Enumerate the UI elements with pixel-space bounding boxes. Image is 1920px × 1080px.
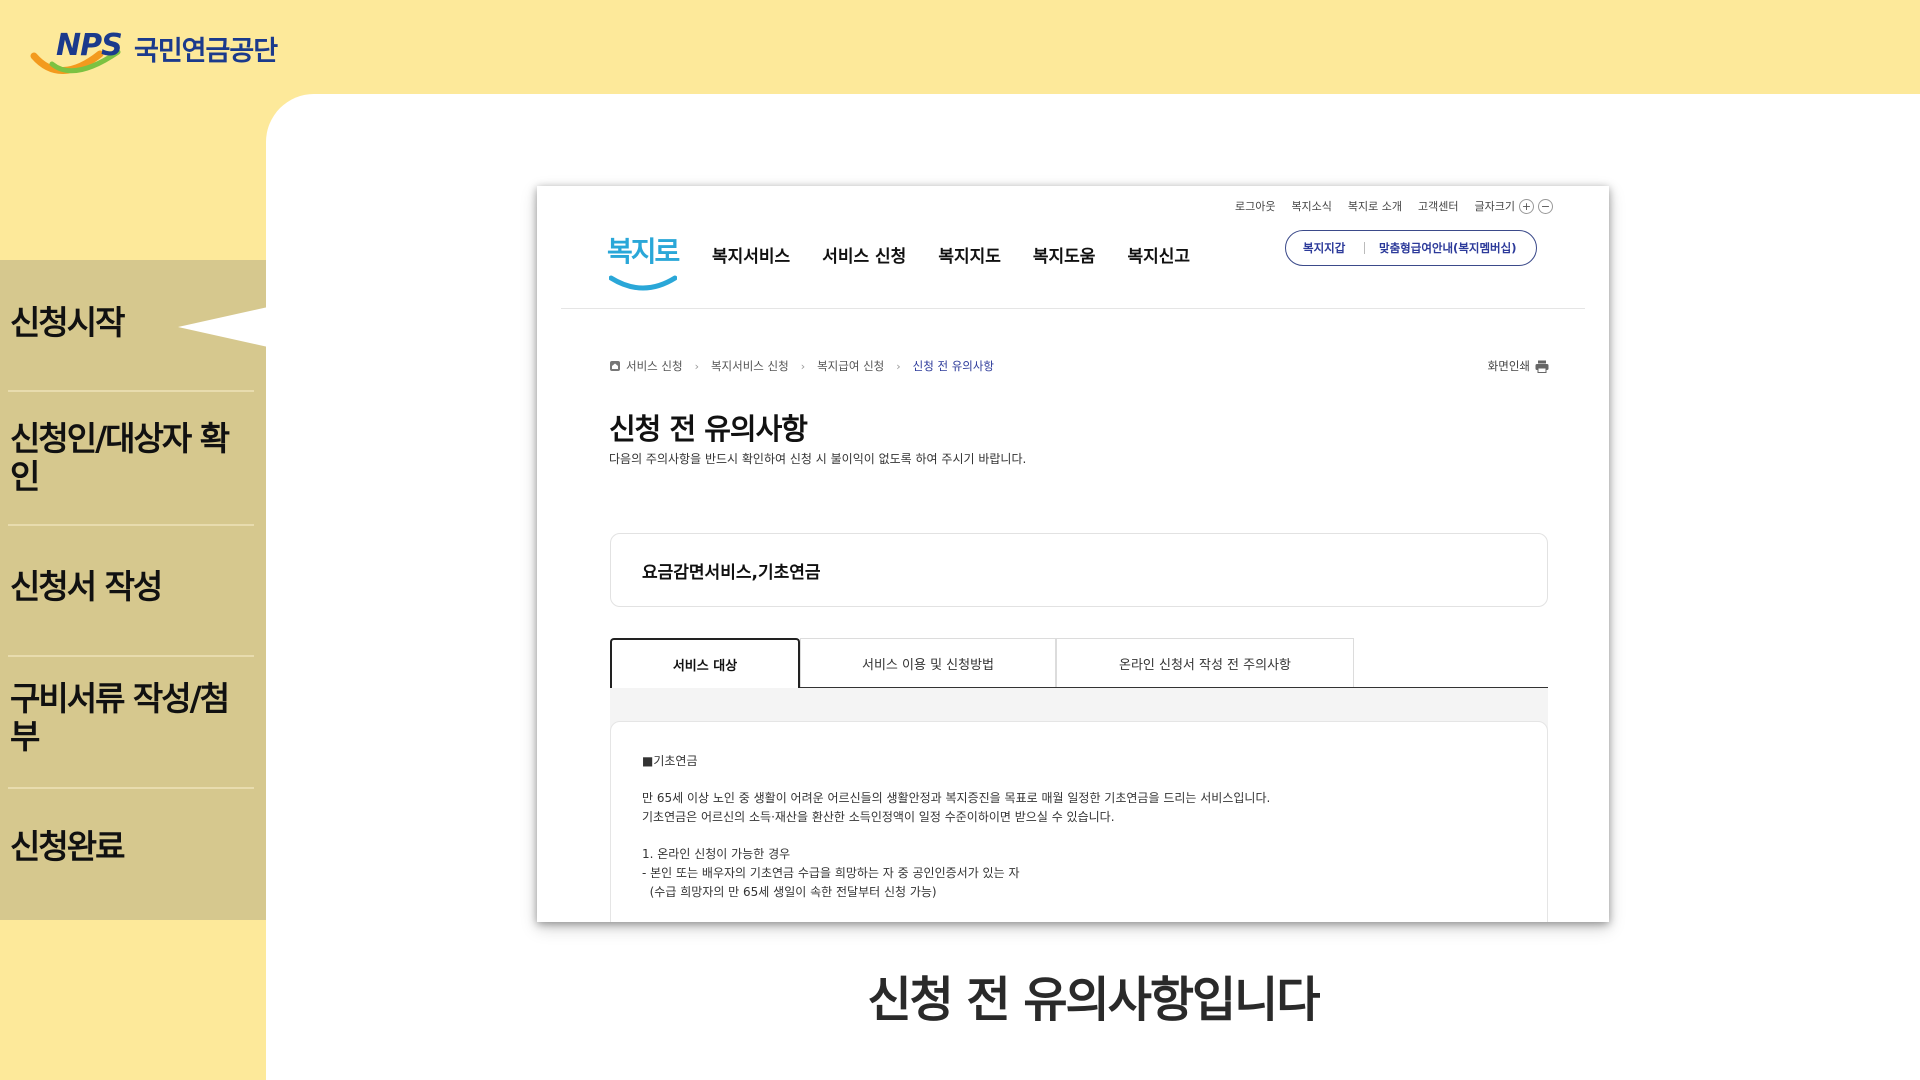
step-documents: 구비서류 작성/첨부 — [10, 679, 230, 756]
chevron-right-icon: › — [896, 359, 901, 373]
service-name-box: 요금감면서비스,기초연금 — [610, 533, 1548, 607]
step-divider — [8, 524, 254, 526]
step-write-application: 신청서 작성 — [10, 567, 163, 606]
nav-welfare-services[interactable]: 복지서비스 — [712, 242, 790, 267]
tab-service-target[interactable]: 서비스 대상 — [610, 638, 800, 688]
tab-bar: 서비스 대상 서비스 이용 및 신청방법 온라인 신청서 작성 전 주의사항 — [610, 638, 1548, 689]
nps-logo: NPS 국민연금공단 — [30, 24, 300, 76]
chevron-right-icon: › — [800, 359, 806, 373]
home-icon[interactable] — [609, 360, 621, 372]
step-divider — [8, 787, 254, 789]
panel-text: 만 65세 이상 노인 중 생활이 어려운 어르신들의 생활안정과 복지증진을 … — [642, 791, 1271, 805]
panel-text: (수급 희망자의 만 65세 생일이 속한 전달부터 신청 가능) — [642, 885, 937, 899]
print-label: 화면인쇄 — [1487, 359, 1530, 373]
step-divider — [8, 655, 254, 657]
panel-text: - 본인 또는 배우자의 기초연금 수급을 희망하는 자 중 공인인증서가 있는… — [642, 866, 1020, 880]
breadcrumb-item[interactable]: 서비스 신청 — [626, 358, 683, 374]
breadcrumb-item[interactable]: 복지서비스 신청 — [711, 358, 789, 374]
bokjiro-screenshot: 로그아웃 복지소식 복지로 소개 고객센터 글자크기 + − 복지로 복지서비스… — [537, 186, 1609, 922]
step-sidebar: 신청시작 신청인/대상자 확인 신청서 작성 구비서류 작성/첨부 신청완료 — [0, 260, 268, 920]
font-size-label: 글자크기 — [1474, 200, 1515, 213]
welfare-news-link[interactable]: 복지소식 — [1291, 198, 1331, 214]
utility-nav: 로그아웃 복지소식 복지로 소개 고객센터 글자크기 + − — [1235, 198, 1553, 214]
breadcrumb-current: 신청 전 유의사항 — [912, 359, 995, 373]
panel-heading: ■기초연금 — [642, 754, 698, 768]
breadcrumb-item[interactable]: 복지급여 신청 — [817, 358, 884, 374]
nav-welfare-help[interactable]: 복지도움 — [1033, 242, 1096, 267]
step-start: 신청시작 — [10, 303, 125, 342]
bokjiro-logo[interactable]: 복지로 — [607, 230, 680, 296]
logout-link[interactable]: 로그아웃 — [1235, 198, 1275, 214]
about-link[interactable]: 복지로 소개 — [1348, 198, 1402, 214]
step-divider — [8, 390, 254, 392]
font-increase-button[interactable]: + — [1519, 198, 1534, 214]
tab-usage-and-apply[interactable]: 서비스 이용 및 신청방법 — [800, 638, 1056, 688]
chevron-right-icon: › — [694, 359, 699, 373]
font-decrease-button[interactable]: − — [1538, 198, 1553, 214]
page-title: 신청 전 유의사항 — [609, 412, 808, 446]
step-applicant-check: 신청인/대상자 확인 — [10, 419, 230, 496]
welfare-wallet-link[interactable]: 복지지갑 — [1286, 240, 1364, 256]
main-nav: 복지서비스 서비스 신청 복지지도 복지도움 복지신고 — [712, 242, 1190, 267]
nav-welfare-report[interactable]: 복지신고 — [1127, 242, 1190, 267]
welfare-membership-link[interactable]: 맞춤형급여안내(복지멤버십) — [1365, 240, 1516, 256]
panel-text: 기초연금은 어르신의 소득·재산을 환산한 소득인정액이 일정 수준이하이면 받… — [642, 810, 1115, 824]
nav-welfare-map[interactable]: 복지지도 — [938, 242, 1001, 267]
org-name: 국민연금공단 — [134, 36, 278, 67]
panel-item-title: 1. 온라인 신청이 가능한 경우 — [642, 847, 791, 861]
step-complete: 신청완료 — [10, 827, 125, 866]
tab-panel: ■기초연금 만 65세 이상 노인 중 생활이 어려운 어르신들의 생활안정과 … — [610, 721, 1548, 922]
tab-online-precautions[interactable]: 온라인 신청서 작성 전 주의사항 — [1056, 638, 1354, 688]
page-subtitle: 다음의 주의사항을 반드시 확인하여 신청 시 불이익이 없도록 하여 주시기 … — [609, 452, 1027, 466]
printer-icon — [1535, 360, 1549, 373]
nps-mark: NPS — [56, 28, 123, 63]
header-divider — [561, 308, 1585, 309]
smile-icon — [609, 275, 677, 291]
font-size-control: 글자크기 + − — [1475, 198, 1553, 214]
breadcrumb: 서비스 신청 › 복지서비스 신청 › 복지급여 신청 › 신청 전 유의사항 — [609, 358, 994, 374]
customer-center-link[interactable]: 고객센터 — [1418, 198, 1458, 214]
bokjiro-logo-text: 복지로 — [607, 235, 680, 268]
nav-service-apply[interactable]: 서비스 신청 — [822, 242, 906, 267]
caption: 신청 전 유의사항입니다 — [867, 972, 1320, 1028]
service-name: 요금감면서비스,기초연금 — [642, 562, 821, 583]
quick-links-pill: 복지지갑 맞춤형급여안내(복지멤버십) — [1285, 230, 1537, 266]
print-button[interactable]: 화면인쇄 — [1488, 358, 1549, 374]
